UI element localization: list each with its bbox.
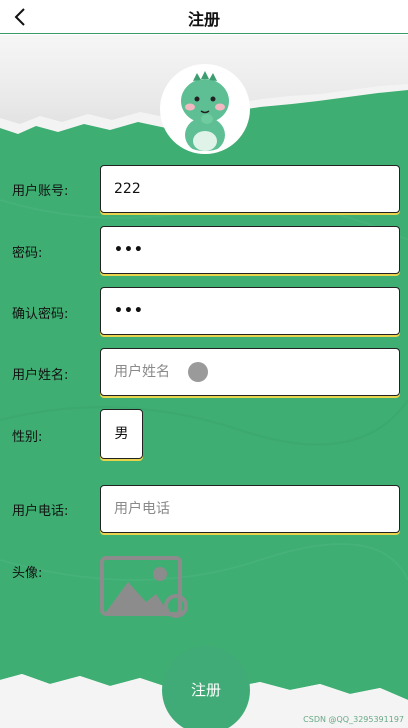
confirm-password-value: ••• [114,303,144,319]
mascot-avatar [160,64,250,154]
phone-placeholder: 用户电话 [114,501,170,517]
name-input[interactable]: 用户姓名 [100,348,400,396]
watermark: CSDN @QQ_3295391197 [303,715,404,724]
account-label: 用户账号: [12,184,69,199]
gender-value: 男 [114,426,129,442]
dinosaur-mascot-icon [163,67,247,151]
phone-label: 用户电话: [12,504,69,519]
password-value: ••• [114,242,144,258]
register-button[interactable]: 注册 [162,646,250,728]
loading-dot-icon [188,362,208,382]
image-placeholder-icon[interactable] [100,556,188,622]
phone-input[interactable]: 用户电话 [100,485,400,533]
avatar-label: 头像: [12,566,43,581]
password-input[interactable]: ••• [100,226,400,274]
account-value: 222 [114,181,141,197]
confirm-password-label: 确认密码: [12,307,69,322]
gender-label: 性别: [12,430,43,445]
password-label: 密码: [12,246,43,261]
name-placeholder: 用户姓名 [114,364,170,380]
confirm-password-input[interactable]: ••• [100,287,400,335]
gender-select[interactable]: 男 [100,409,143,459]
account-input[interactable]: 222 [100,165,400,213]
name-label: 用户姓名: [12,368,69,383]
